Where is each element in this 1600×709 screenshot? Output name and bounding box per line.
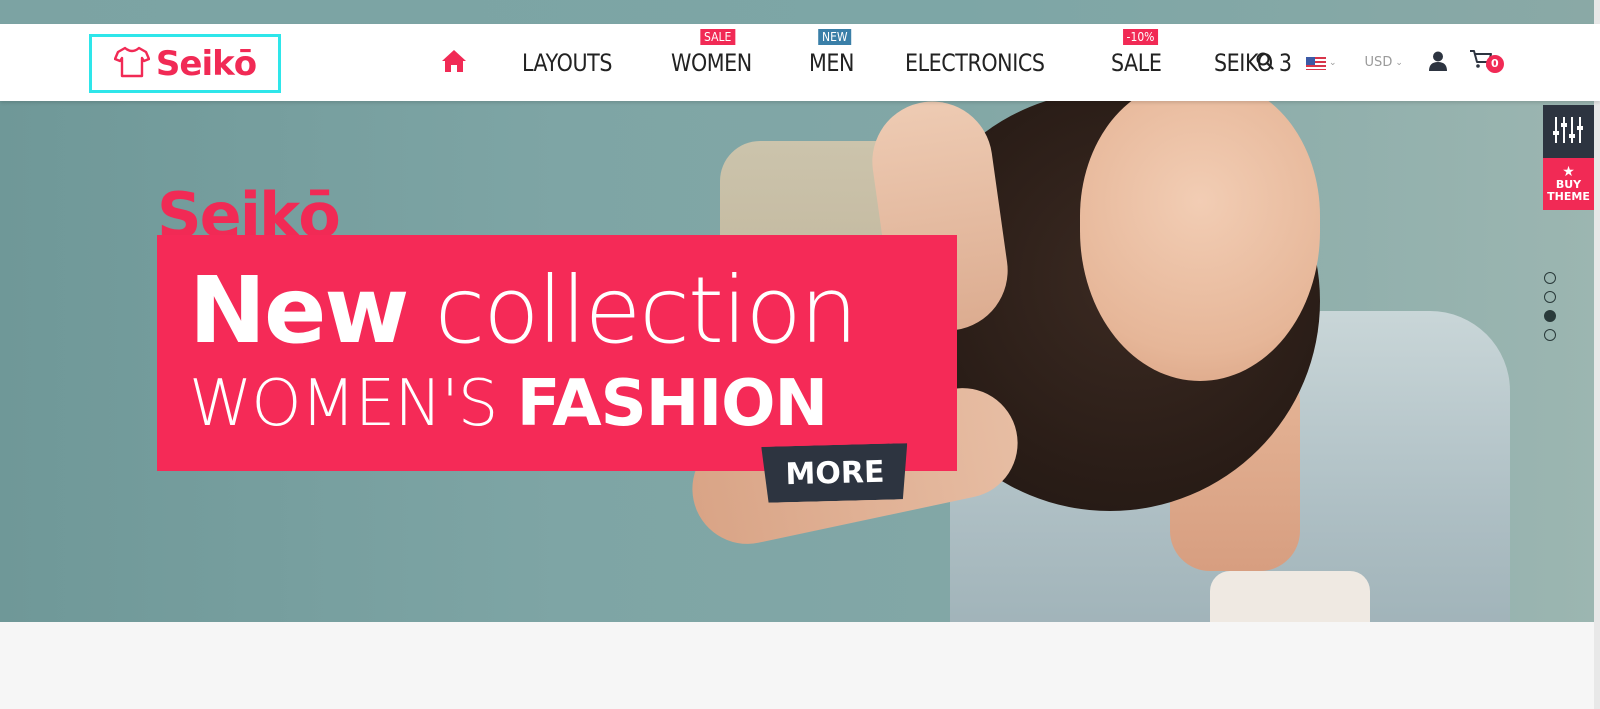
buy-theme-button[interactable]: ★ BUY THEME — [1543, 158, 1594, 210]
main-nav: LAYOUTS SALE WOMEN NEW MEN ELECTRONICS -… — [436, 24, 1326, 101]
us-flag-icon — [1306, 56, 1326, 70]
nav-label: SALE — [1111, 48, 1162, 77]
cart-button[interactable]: 0 — [1469, 43, 1505, 83]
slider-dot[interactable] — [1544, 329, 1556, 341]
slider-dot[interactable] — [1544, 291, 1556, 303]
logo[interactable]: Seikō — [89, 34, 281, 93]
nav-item-electronics[interactable]: ELECTRONICS — [905, 24, 1067, 101]
nav-item-layouts[interactable]: LAYOUTS — [522, 24, 627, 101]
more-button[interactable]: MORE — [761, 443, 908, 503]
promo-subheadline: WOMEN'S FASHION — [189, 367, 828, 441]
content-area — [0, 622, 1594, 709]
nav-label: MEN — [808, 48, 854, 77]
header-tools: ⌄ USD ⌄ 0 — [1256, 24, 1505, 101]
promo-headline: New collection — [189, 257, 858, 364]
sale-badge: SALE — [700, 29, 736, 45]
promo-banner: New collection WOMEN'S FASHION — [157, 235, 957, 471]
promo-subheadline-thin: WOMEN'S — [189, 367, 498, 441]
slider-pagination — [1544, 272, 1556, 341]
cart-count-badge: 0 — [1485, 54, 1504, 73]
slider-dot[interactable] — [1544, 272, 1556, 284]
hero-slider[interactable]: Seikō New collection WOMEN'S FASHION MOR… — [0, 101, 1600, 622]
user-icon — [1428, 51, 1447, 75]
logo-text: Seikō — [155, 43, 257, 84]
tshirt-icon — [113, 46, 151, 82]
promo-subheadline-bold: FASHION — [516, 367, 828, 441]
buy-theme-label: BUY THEME — [1547, 178, 1590, 203]
nav-label: LAYOUTS — [522, 48, 613, 77]
chevron-down-icon: ⌄ — [1395, 57, 1403, 68]
chevron-down-icon: ⌄ — [1329, 57, 1337, 68]
nav-label: ELECTRONICS — [904, 48, 1045, 77]
account-button[interactable] — [1428, 51, 1447, 75]
nav-item-sale[interactable]: -10% SALE — [1111, 24, 1170, 101]
new-badge: NEW — [818, 29, 852, 45]
star-icon: ★ — [1562, 164, 1575, 180]
slider-dot-active[interactable] — [1544, 310, 1556, 322]
home-icon — [441, 49, 467, 77]
home-link[interactable] — [436, 43, 472, 83]
nav-item-women[interactable]: SALE WOMEN — [671, 24, 765, 101]
nav-item-men[interactable]: NEW MEN — [809, 24, 861, 101]
search-button[interactable] — [1256, 52, 1274, 74]
site-header: Seikō LAYOUTS SALE WOMEN NEW MEN ELECTRO… — [0, 24, 1600, 101]
settings-panel-toggle[interactable] — [1543, 105, 1594, 158]
currency-selector[interactable]: USD ⌄ — [1337, 55, 1403, 70]
language-selector[interactable]: ⌄ — [1306, 56, 1337, 70]
hero-image-shirt — [1210, 571, 1370, 622]
hero-top-strip — [0, 0, 1600, 24]
search-icon — [1256, 52, 1274, 74]
page: Seikō LAYOUTS SALE WOMEN NEW MEN ELECTRO… — [0, 0, 1600, 709]
sliders-icon — [1551, 115, 1587, 149]
discount-badge: -10% — [1122, 29, 1159, 45]
promo-headline-bold: New — [189, 257, 409, 364]
nav-label: WOMEN — [670, 48, 752, 77]
currency-label: USD — [1364, 55, 1393, 70]
scrollbar[interactable] — [1594, 0, 1600, 709]
promo-headline-thin: collection — [434, 257, 858, 364]
